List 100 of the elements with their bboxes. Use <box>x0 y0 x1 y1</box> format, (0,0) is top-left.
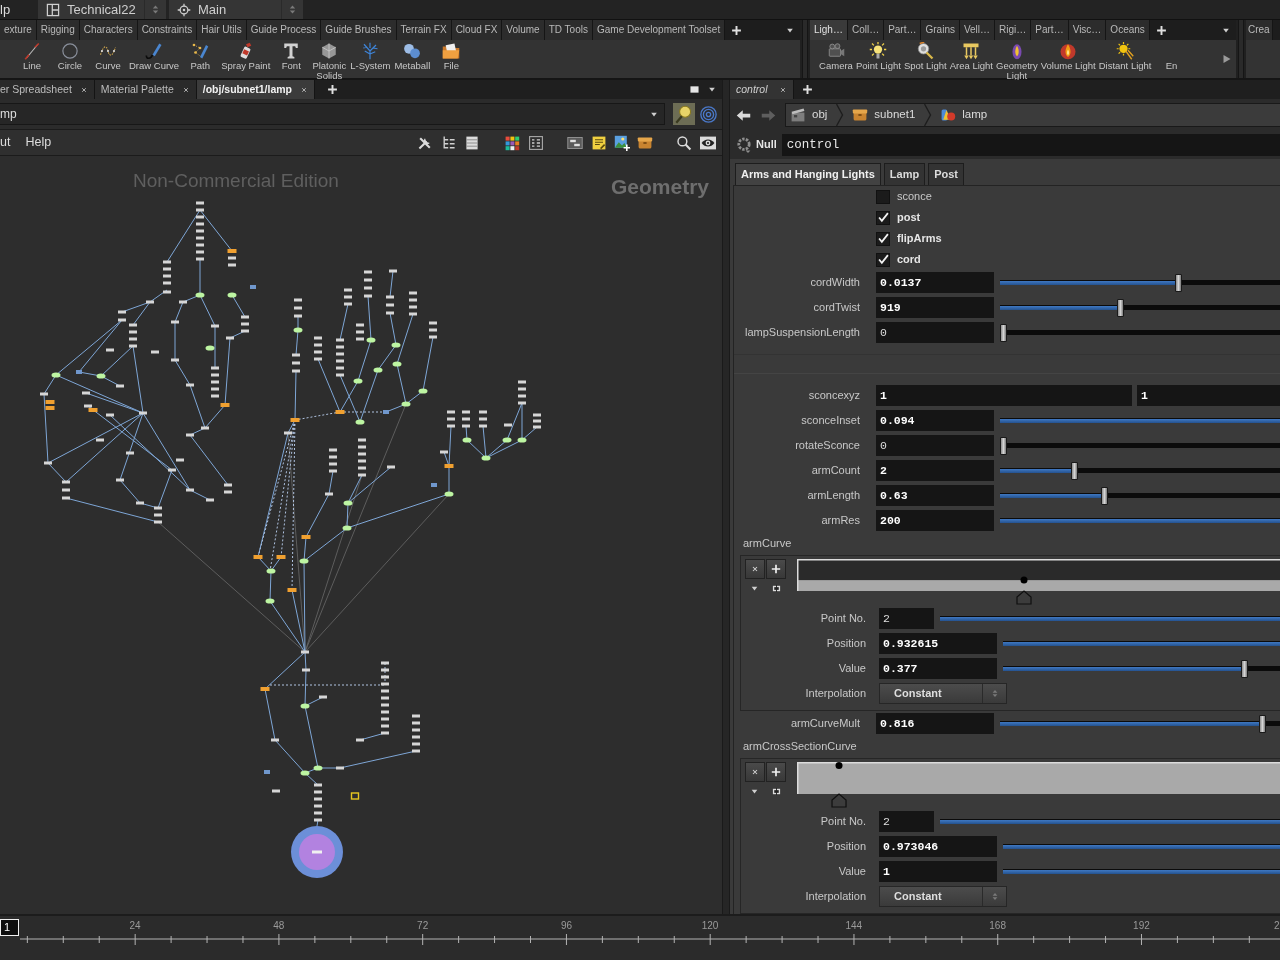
target-icon[interactable] <box>700 105 717 123</box>
shelf-tab[interactable]: Terrain FX <box>396 20 452 40</box>
tool-button[interactable]: Camera <box>818 40 854 71</box>
tool-button[interactable]: Point Light <box>855 40 902 71</box>
breadcrumb-item[interactable]: lamp <box>936 104 992 126</box>
plus-icon[interactable] <box>802 84 813 95</box>
shelf-tab[interactable]: exture <box>0 20 37 40</box>
menu-dropdown[interactable]: Constant <box>879 886 1007 907</box>
grid-list-icon[interactable] <box>528 134 544 151</box>
tool-button[interactable]: Metaball <box>393 40 432 71</box>
tool-button[interactable]: Spot Light <box>902 40 948 71</box>
frame-field[interactable]: 1 <box>0 919 19 936</box>
checkbox[interactable] <box>876 252 890 267</box>
shelf-tab[interactable]: Part… <box>1031 20 1069 40</box>
shelf-tab[interactable]: Hair Utils <box>197 20 247 40</box>
value-field[interactable]: 1 <box>1137 385 1280 406</box>
shelf-tab[interactable]: TD Tools <box>544 20 593 40</box>
node-layout-icon[interactable] <box>567 134 583 151</box>
context-dropdown[interactable]: Main <box>169 0 281 19</box>
tool-button[interactable]: L-System <box>349 40 392 71</box>
tool-button[interactable]: File <box>433 40 470 71</box>
tool-button[interactable]: En <box>1153 40 1190 71</box>
pane-tab[interactable]: Material Palette <box>94 80 197 99</box>
image-add-icon[interactable] <box>614 134 630 151</box>
pane-tab[interactable]: control <box>730 80 794 99</box>
caret-icon[interactable] <box>708 86 716 93</box>
shelf-tab[interactable]: Vell… <box>959 20 996 40</box>
tool-button[interactable]: Path <box>182 40 219 71</box>
slider-handle[interactable] <box>1101 486 1108 505</box>
add-point-button[interactable] <box>766 762 786 782</box>
caret-icon[interactable] <box>750 788 759 795</box>
tool-button[interactable]: Spray Paint <box>220 40 272 71</box>
tool-button[interactable]: Geometry Light <box>995 40 1039 80</box>
shelf-tab[interactable]: Constraints <box>137 20 198 40</box>
value-field[interactable]: 0.0137 <box>876 272 994 293</box>
close-icon[interactable] <box>301 86 308 93</box>
tool-button[interactable]: Draw Curve <box>128 40 181 71</box>
list-icon[interactable] <box>464 134 480 151</box>
slider-handle[interactable] <box>1070 461 1078 480</box>
value-field[interactable]: 2 <box>879 811 934 832</box>
value-field[interactable]: 0.973046 <box>879 836 997 857</box>
value-field[interactable]: 0 <box>876 435 994 456</box>
desktop-dropdown[interactable]: Technical22 <box>38 0 144 19</box>
folder-tab[interactable]: Post <box>928 163 965 185</box>
maximize-icon[interactable] <box>689 85 700 94</box>
shelf-tab[interactable]: Game Development Toolset <box>592 20 726 40</box>
slider-handle[interactable] <box>1240 659 1248 678</box>
scroll-right-icon[interactable] <box>1222 53 1232 65</box>
menu-item[interactable]: ut <box>0 135 11 150</box>
slider-handle[interactable] <box>1000 436 1007 455</box>
value-field[interactable]: 0.816 <box>876 713 994 734</box>
sticky-note-icon[interactable] <box>591 134 607 151</box>
shelf-tab[interactable]: Guide Process <box>246 20 322 40</box>
folder-tab[interactable]: Arms and Hanging Lights <box>735 163 881 185</box>
value-field[interactable]: 1 <box>876 385 1132 406</box>
gear-icon[interactable] <box>736 136 752 154</box>
box-icon[interactable] <box>637 134 653 151</box>
shelf-tab[interactable]: Ligh… <box>810 20 848 40</box>
node-name-field[interactable]: control <box>781 134 1280 156</box>
folder-tab[interactable]: Lamp <box>883 163 926 185</box>
menu-item[interactable]: Help <box>25 135 52 150</box>
checkbox[interactable] <box>876 231 890 246</box>
value-field[interactable]: 0.932615 <box>879 633 997 654</box>
shelf-tab[interactable]: Grains <box>921 20 960 40</box>
expand-icon[interactable] <box>771 787 782 796</box>
close-icon[interactable] <box>780 86 786 93</box>
close-icon[interactable] <box>80 86 87 93</box>
shelf-tab[interactable]: Visc… <box>1068 20 1107 40</box>
tool-button[interactable]: Font <box>273 40 310 71</box>
slider-handle[interactable] <box>1000 323 1007 342</box>
value-field[interactable]: 0 <box>876 322 994 343</box>
shelf-tab[interactable]: Guide Brushes <box>321 20 397 40</box>
shelf-tab[interactable]: Crea <box>1246 20 1273 40</box>
tool-button[interactable]: Distant Light <box>1097 40 1153 71</box>
slider-handle[interactable] <box>1117 298 1125 317</box>
color-grid-icon[interactable] <box>504 134 520 151</box>
value-field[interactable]: 919 <box>876 297 994 318</box>
value-field[interactable]: 200 <box>876 510 994 531</box>
shelf-tab[interactable]: Cloud FX <box>451 20 503 40</box>
tool-button[interactable]: Platonic Solids <box>311 40 348 80</box>
value-field[interactable]: 2 <box>879 608 934 629</box>
value-field[interactable]: 1 <box>879 861 997 882</box>
shelf-tab[interactable]: Coll… <box>847 20 885 40</box>
breadcrumb-item[interactable]: subnet1 <box>848 104 920 126</box>
plus-icon[interactable] <box>327 84 339 95</box>
shelf-tab[interactable]: Oceans <box>1106 20 1150 40</box>
shelf-tab[interactable]: Volume <box>502 20 545 40</box>
value-field[interactable]: 0.63 <box>876 485 994 506</box>
value-field[interactable]: 0.094 <box>876 410 994 431</box>
add-point-button[interactable] <box>766 559 786 579</box>
search-icon[interactable] <box>676 134 692 151</box>
value-field[interactable]: 0.377 <box>879 658 997 679</box>
tool-button[interactable]: Circle <box>52 40 88 71</box>
tree-list-icon[interactable] <box>441 134 457 151</box>
tool-button[interactable]: Volume Light <box>1039 40 1097 71</box>
slider-handle[interactable] <box>1174 273 1182 292</box>
value-field[interactable]: 2 <box>876 460 994 481</box>
tool-button[interactable]: Curve <box>90 40 126 71</box>
caret-icon[interactable] <box>750 585 759 592</box>
shelf-tab[interactable]: Rigging <box>36 20 80 40</box>
